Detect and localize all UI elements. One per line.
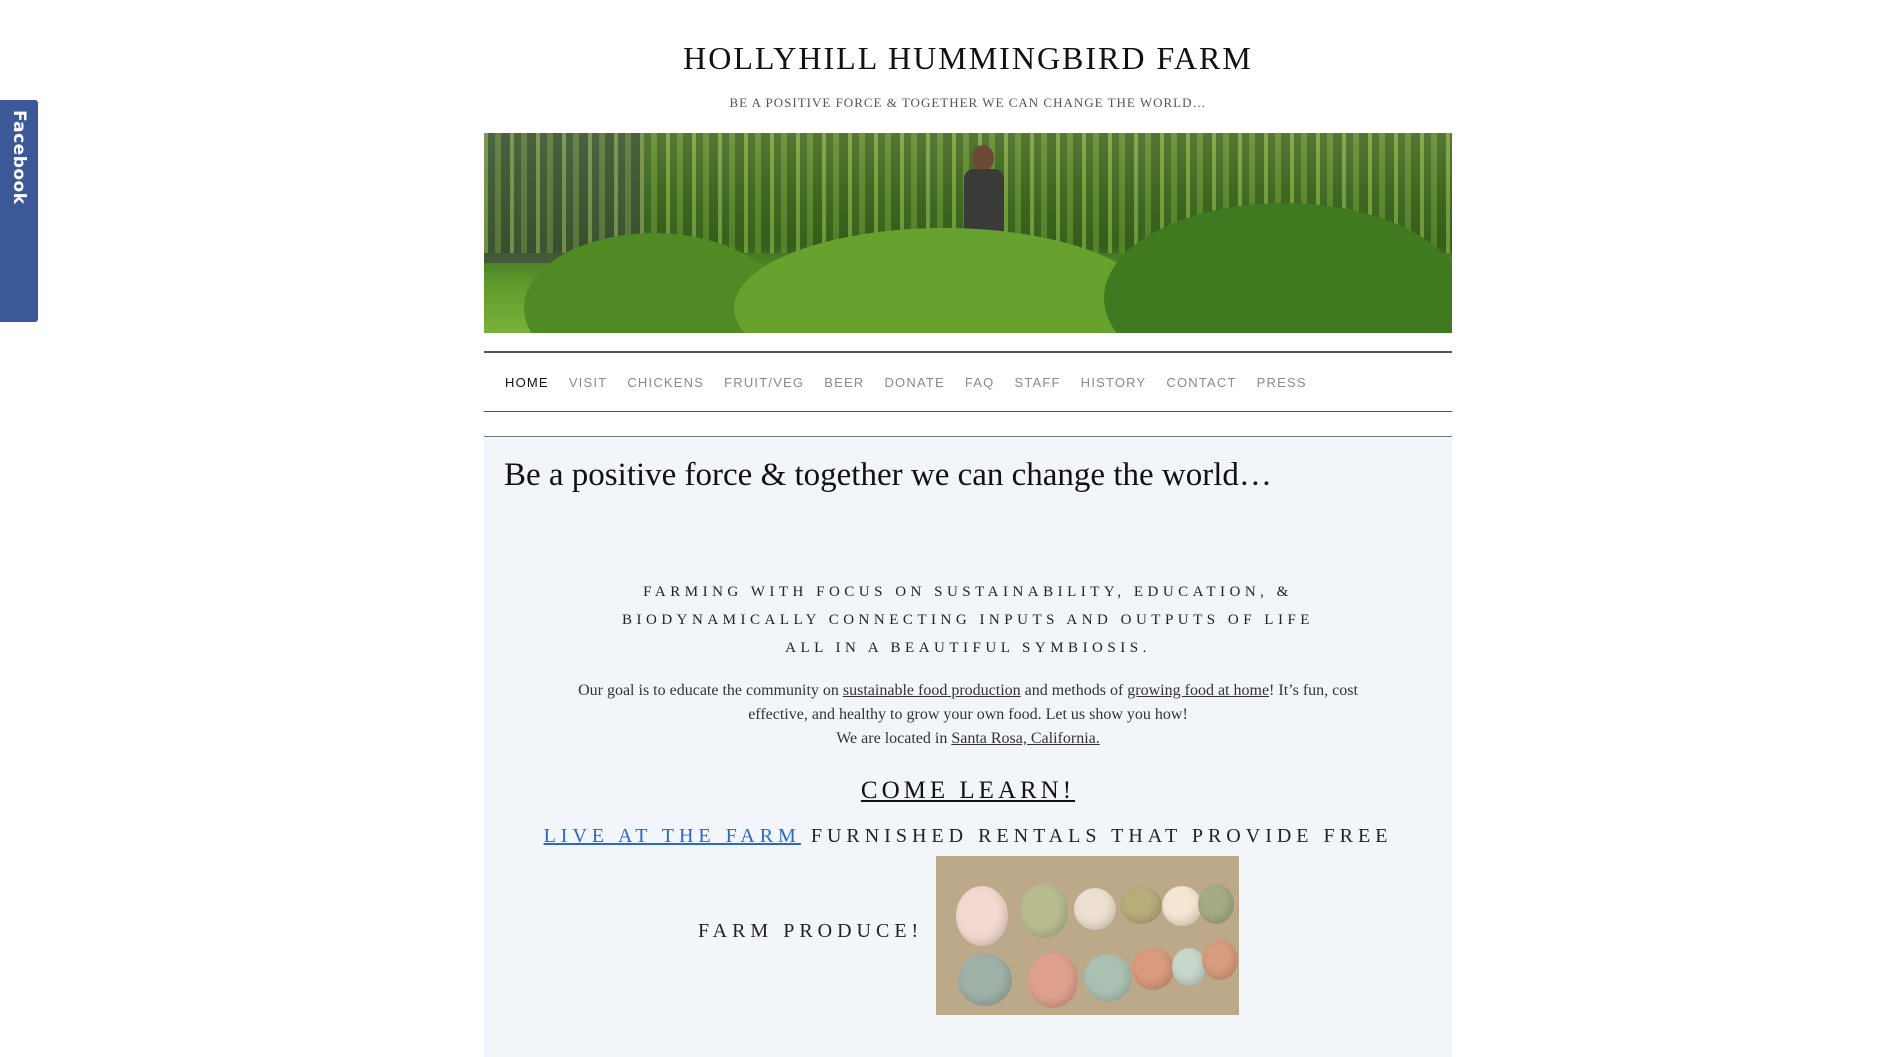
rental-text: FURNISHED RENTALS THAT PROVIDE FREE xyxy=(800,825,1393,847)
egg xyxy=(1028,952,1078,1008)
site-tagline: BE A POSITIVE FORCE & TOGETHER WE CAN CH… xyxy=(729,95,1207,110)
egg xyxy=(956,886,1008,946)
rental-line: LIVE AT THE FARM FURNISHED RENTALS THAT … xyxy=(504,825,1432,848)
egg xyxy=(1202,940,1238,980)
egg xyxy=(1074,888,1116,930)
facebook-tab[interactable]: Facebook xyxy=(0,100,38,322)
mission-statement: FARMING WITH FOCUS ON SUSTAINABILITY, ED… xyxy=(504,578,1432,662)
nav-item-chickens[interactable]: CHICKENS xyxy=(627,375,704,390)
egg xyxy=(1172,948,1206,986)
main-content: Be a positive force & together we can ch… xyxy=(484,436,1452,1057)
site-title[interactable]: HOLLYHILL HUMMINGBIRD FARM xyxy=(484,0,1452,77)
nav-item-donate[interactable]: DONATE xyxy=(884,375,944,390)
location-link[interactable]: Santa Rosa, California. xyxy=(951,730,1099,747)
nav-item-fruit-veg[interactable]: FRUIT/VEG xyxy=(724,375,804,390)
come-learn-heading: COME LEARN! xyxy=(504,777,1432,805)
header-image-person-body xyxy=(964,169,1004,237)
goal-text: ! It’s fun, cost xyxy=(1269,682,1358,699)
header-image-person-head xyxy=(972,145,994,171)
page-heading: Be a positive force & together we can ch… xyxy=(504,457,1272,493)
goal-text: effective, and healthy to grow your own … xyxy=(748,706,1188,723)
main-nav: HOME VISIT CHICKENS FRUIT/VEG BEER DONAT… xyxy=(484,351,1452,412)
nav-item-staff[interactable]: STAFF xyxy=(1014,375,1060,390)
nav-item-visit[interactable]: VISIT xyxy=(569,375,608,390)
nav-item-beer[interactable]: BEER xyxy=(824,375,864,390)
nav-item-faq[interactable]: FAQ xyxy=(965,375,995,390)
goal-text: and methods of xyxy=(1020,682,1128,699)
egg xyxy=(1020,884,1068,938)
farm-produce-row: FARM PRODUCE! xyxy=(504,854,1432,1019)
nav-item-contact[interactable]: CONTACT xyxy=(1166,375,1236,390)
mission-line: FARMING WITH FOCUS ON SUSTAINABILITY, ED… xyxy=(643,584,1293,600)
nav-item-history[interactable]: HISTORY xyxy=(1081,375,1147,390)
come-learn-link[interactable]: COME LEARN! xyxy=(861,777,1075,804)
sustainable-food-production-link[interactable]: sustainable food production xyxy=(843,682,1021,699)
header-image xyxy=(484,133,1452,333)
egg xyxy=(958,954,1012,1006)
live-at-the-farm-link[interactable]: LIVE AT THE FARM xyxy=(544,825,801,847)
mission-line: BIODYNAMICALLY CONNECTING INPUTS AND OUT… xyxy=(622,612,1314,628)
goal-text: Our goal is to educate the community on xyxy=(578,682,843,699)
goal-paragraph: Our goal is to educate the community on … xyxy=(504,679,1432,751)
egg xyxy=(1162,886,1202,926)
page-wrapper: HOLLYHILL HUMMINGBIRD FARM BE A POSITIVE… xyxy=(484,0,1452,1057)
nav-item-home[interactable]: HOME xyxy=(505,375,549,390)
farm-produce-text: FARM PRODUCE! xyxy=(698,920,924,942)
egg xyxy=(1132,948,1174,990)
location-text: We are located in xyxy=(836,730,952,747)
facebook-tab-label: Facebook xyxy=(9,110,29,205)
nav-item-press[interactable]: PRESS xyxy=(1257,375,1307,390)
egg xyxy=(1198,884,1234,924)
mission-line: ALL IN A BEAUTIFUL SYMBIOSIS. xyxy=(785,640,1151,656)
eggs-carton-image xyxy=(936,856,1239,1015)
egg xyxy=(1120,886,1162,924)
growing-food-at-home-link[interactable]: growing food at home xyxy=(1127,682,1269,699)
egg xyxy=(1084,954,1132,1002)
